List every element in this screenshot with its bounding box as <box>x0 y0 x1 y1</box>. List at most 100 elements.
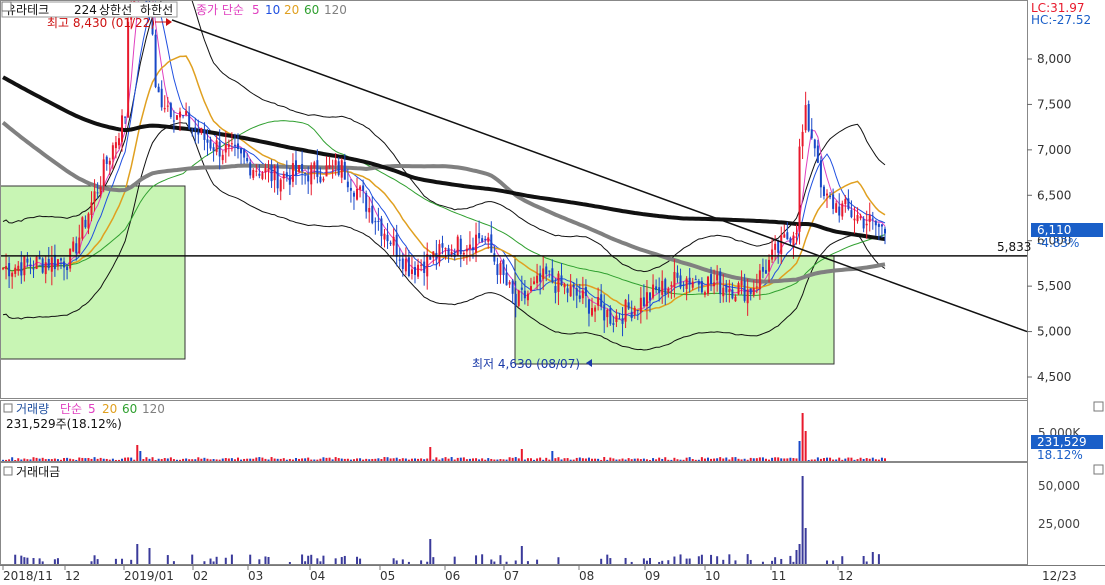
volume-bar <box>368 459 371 461</box>
volume-bar <box>578 457 581 461</box>
volume-bar <box>517 458 520 461</box>
volume-bar <box>352 459 355 461</box>
volume-bar <box>594 458 597 461</box>
candle <box>169 101 172 119</box>
volume-bar <box>249 458 252 461</box>
candle <box>706 275 709 297</box>
amount-bar <box>172 561 175 564</box>
volume-bar <box>597 458 600 461</box>
amount-bar <box>407 561 410 564</box>
amount-bar <box>14 554 17 564</box>
volume-bar <box>191 459 194 461</box>
volume-bar <box>786 458 789 461</box>
volume-bar <box>50 459 53 461</box>
volume-bar <box>236 457 239 461</box>
volume-bar <box>362 459 365 461</box>
volume-bar <box>819 458 822 461</box>
volume-bar <box>728 459 731 461</box>
price-header: 유라테크 224 상한선 하한선 종가 단순 5 10 20 60 120 <box>1 1 347 18</box>
volume-bar <box>69 458 72 461</box>
amount-bar <box>203 561 206 564</box>
volume-bar <box>35 457 38 461</box>
amount-bar <box>700 554 703 564</box>
volume-bar <box>404 458 407 461</box>
volume-bar <box>835 459 838 461</box>
current-price: 6,110 <box>1037 223 1071 237</box>
volume-bar <box>719 457 722 461</box>
volume-bar <box>127 457 130 461</box>
amount-bar <box>877 554 880 564</box>
ma-label: 종가 단순 <box>196 3 244 17</box>
volume-bar <box>874 459 877 461</box>
volume-bar <box>90 458 93 461</box>
amount-bar <box>432 557 435 564</box>
amount-bar <box>420 560 423 564</box>
volume-bar <box>243 458 246 461</box>
volume-bar <box>569 459 572 461</box>
volume-bar <box>38 458 41 461</box>
y-tick-label: 7,000 <box>1037 143 1071 157</box>
ma-period-120: 120 <box>324 3 347 17</box>
amount-y-tick-25000: 25,000 <box>1038 517 1080 531</box>
volume-bar <box>453 459 456 461</box>
volume-bar <box>484 459 487 461</box>
volume-bar <box>111 458 114 461</box>
volume-bar <box>261 457 264 461</box>
volume-bar <box>398 459 401 461</box>
candle <box>609 305 612 326</box>
volume-bar <box>294 457 297 461</box>
volume-bar <box>438 459 441 461</box>
volume-bar <box>47 458 50 461</box>
volume-current-value: 231,529 <box>1037 435 1087 449</box>
amount-bar <box>310 554 313 564</box>
amount-bar <box>340 557 343 564</box>
volume-bar <box>179 459 182 461</box>
amount-bar <box>307 555 310 564</box>
candle <box>41 257 44 274</box>
volume-bar <box>768 459 771 461</box>
volume-bar <box>655 459 658 461</box>
amount-bar <box>212 561 215 564</box>
y-tick-label: 7,500 <box>1037 97 1071 111</box>
volume-bar <box>652 458 655 461</box>
volume-bar <box>496 459 499 461</box>
volume-bar <box>273 458 276 461</box>
volume-bar <box>667 459 670 461</box>
volume-bar <box>240 459 243 461</box>
volume-bar <box>826 457 829 461</box>
volume-bar <box>371 458 374 461</box>
volume-bar <box>383 457 386 461</box>
volume-bar <box>5 459 8 461</box>
price-panel-minimize-button[interactable] <box>1093 401 1104 412</box>
amount-bar <box>832 560 835 564</box>
volume-bar <box>386 457 389 461</box>
high-annotation: 최고 8,430 (01/22) <box>47 16 172 30</box>
amount-bar <box>642 558 645 564</box>
volume-bar <box>307 457 310 461</box>
volume-bar <box>691 459 694 461</box>
x-label-2018-11: 2018/11 <box>3 569 53 583</box>
volume-bar <box>99 457 102 461</box>
volume-bar <box>603 457 606 461</box>
volume-bar <box>813 459 816 461</box>
volume-bar <box>200 458 203 461</box>
limit-up-label: 상한선 <box>99 3 132 17</box>
volume-bar <box>102 458 105 461</box>
volume-bar <box>563 458 566 461</box>
volume-bar <box>789 457 792 461</box>
volume-current-pct: 18.12% <box>1037 448 1083 462</box>
amount-bar <box>359 558 362 564</box>
stock-chart[interactable]: 8,0007,5007,0006,5006,0005,5005,0004,500… <box>0 0 1105 585</box>
volume-bar <box>59 459 62 461</box>
volume-bar <box>29 459 32 461</box>
volume-bar <box>847 457 850 461</box>
amount-panel-minimize-button[interactable] <box>1093 464 1104 475</box>
amount-bar <box>304 561 307 564</box>
amount-bar <box>90 561 93 564</box>
x-label-10: 10 <box>705 569 720 583</box>
amount-bar <box>697 556 700 564</box>
volume-bar <box>157 458 160 461</box>
volume-bar <box>389 458 392 461</box>
x-label-right: 12/23 <box>1042 569 1077 583</box>
amount-bar <box>114 558 117 564</box>
